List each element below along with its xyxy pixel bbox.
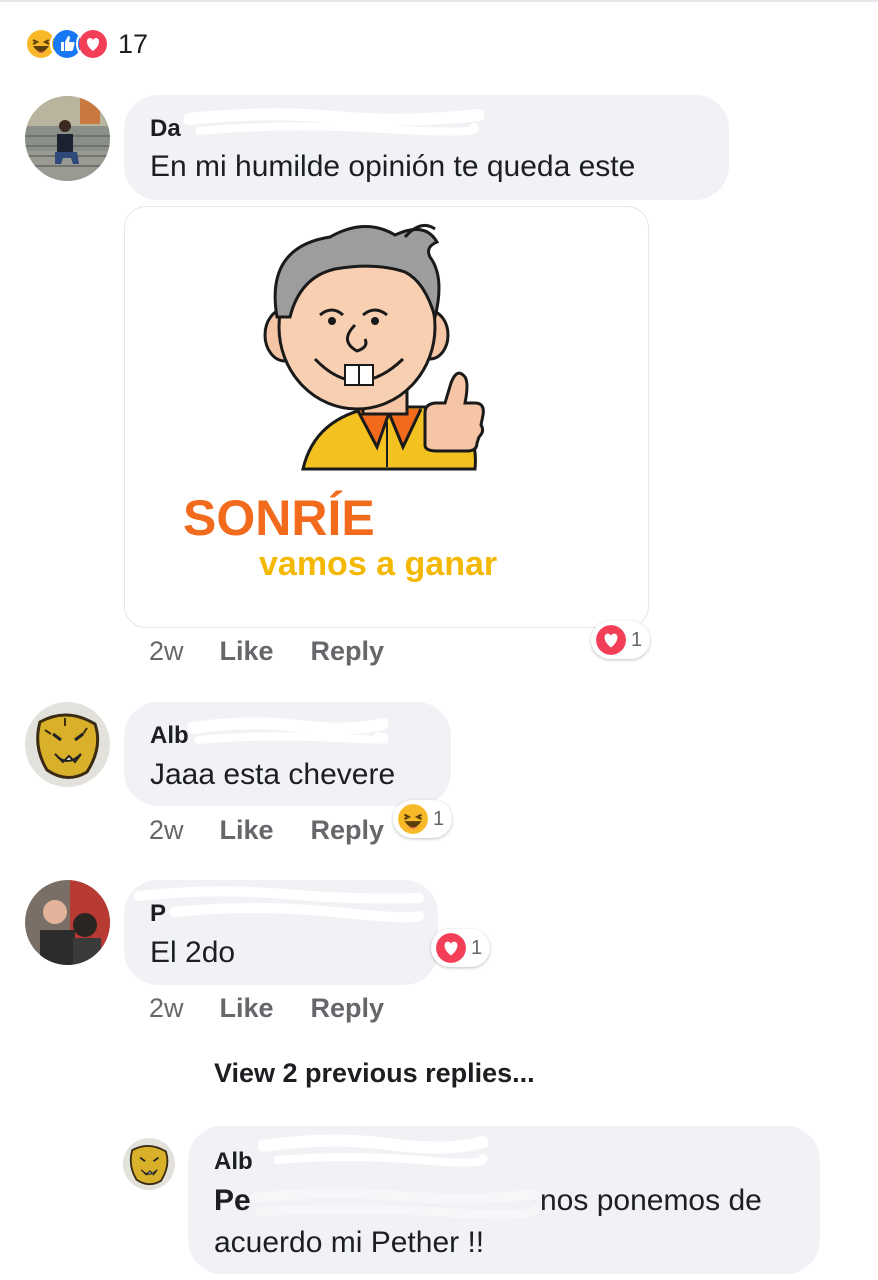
love-reaction-icon <box>436 933 466 963</box>
redaction-scribble <box>134 886 424 923</box>
reply-mention[interactable]: Pe <box>214 1184 251 1218</box>
reaction-badge-count: 1 <box>433 807 445 830</box>
comment-bubble: Da En mi humilde opinión te queda este <box>124 95 729 200</box>
comment-time[interactable]: 2w <box>149 993 184 1024</box>
comment-reaction-badge[interactable]: 1 <box>591 621 651 659</box>
sticker-line1: SONRÍE <box>183 490 375 546</box>
love-reaction-icon <box>596 625 626 655</box>
comment-bubble: Alb Jaaa esta chevere <box>124 702 451 806</box>
love-reaction-icon <box>76 27 110 61</box>
reply-button[interactable]: Reply <box>311 636 385 667</box>
comment-time[interactable]: 2w <box>149 636 184 667</box>
like-button[interactable]: Like <box>220 815 274 846</box>
reply-button[interactable]: Reply <box>311 993 385 1024</box>
avatar[interactable] <box>25 880 110 965</box>
reply-button[interactable]: Reply <box>311 815 385 846</box>
comment-author[interactable]: Alb <box>150 722 189 750</box>
comment-time[interactable]: 2w <box>149 815 184 846</box>
top-divider <box>0 0 878 2</box>
comment-reaction-badge[interactable]: 1 <box>393 800 453 838</box>
redaction-scribble <box>258 1134 488 1167</box>
haha-reaction-icon <box>398 804 428 834</box>
comment-actions: 2w Like Reply <box>149 993 421 1024</box>
redaction-scribble <box>188 717 388 744</box>
view-previous-replies-link[interactable]: View 2 previous replies... <box>214 1058 535 1089</box>
reaction-count: 17 <box>118 28 149 59</box>
reply-text-line1: nos ponemos de <box>540 1184 762 1217</box>
reaction-badge-count: 1 <box>631 628 643 651</box>
reaction-badge-count: 1 <box>471 936 483 959</box>
comment-text: En mi humilde opinión te queda este <box>150 150 636 183</box>
sticker-image[interactable]: SONRÍE vamos a ganar <box>124 206 649 628</box>
comment-bubble: P El 2do <box>124 880 438 985</box>
comment-actions: 2w Like Reply <box>149 815 421 846</box>
comment-reaction-badge[interactable]: 1 <box>431 929 491 967</box>
redaction-scribble <box>250 1188 540 1220</box>
like-button[interactable]: Like <box>220 993 274 1024</box>
reply-author[interactable]: Alb <box>214 1148 253 1176</box>
reply-text-line2: acuerdo mi Pether !! <box>214 1226 485 1259</box>
comment-text: El 2do <box>150 936 236 969</box>
avatar[interactable] <box>25 702 110 787</box>
comment-text: Jaaa esta chevere <box>150 758 396 791</box>
sticker-line2: vamos a ganar <box>259 545 497 583</box>
avatar[interactable] <box>25 96 110 181</box>
reply-bubble: Alb Pe nos ponemos de acuerdo mi Pether … <box>188 1126 820 1274</box>
like-button[interactable]: Like <box>220 636 274 667</box>
comment-actions: 2w Like Reply <box>149 636 421 667</box>
reactions-summary[interactable]: 17 <box>24 26 148 62</box>
redaction-scribble <box>184 108 484 136</box>
avatar[interactable] <box>123 1138 175 1190</box>
comment-author[interactable]: Da <box>150 115 181 143</box>
